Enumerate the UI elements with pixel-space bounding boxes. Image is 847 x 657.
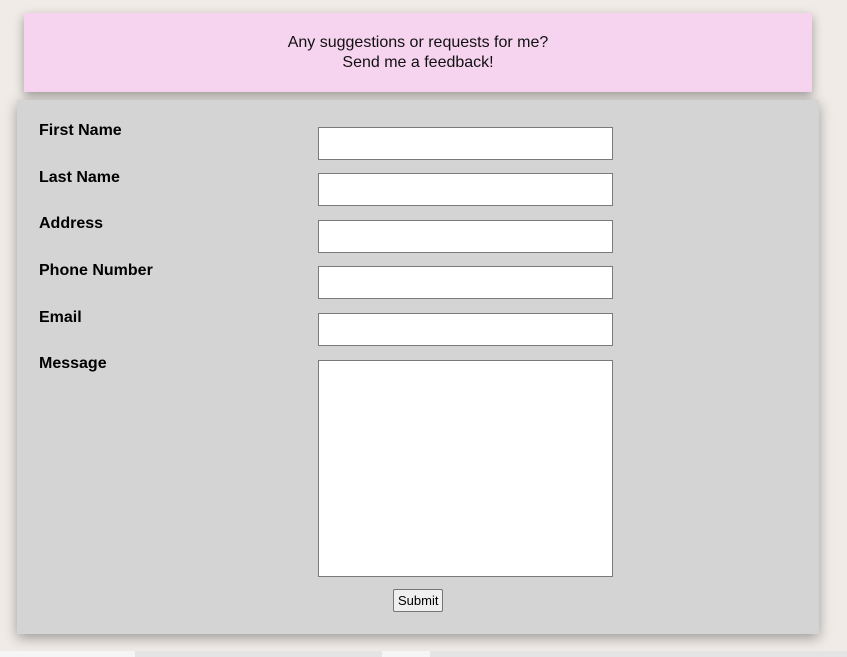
phone-number-label: Phone Number xyxy=(39,262,153,279)
banner-line-2: Send me a feedback! xyxy=(342,54,494,71)
last-name-input[interactable] xyxy=(318,173,613,206)
phone-number-input[interactable] xyxy=(318,266,613,299)
message-label: Message xyxy=(39,355,107,372)
first-name-label: First Name xyxy=(39,122,122,139)
address-input[interactable] xyxy=(318,220,613,253)
submit-button[interactable]: Submit xyxy=(393,589,444,612)
bottom-strip-left xyxy=(0,651,135,657)
email-label: Email xyxy=(39,309,82,326)
bottom-strip-mid xyxy=(135,651,382,657)
feedback-form: First Name Last Name Address Phone Numbe… xyxy=(17,100,819,634)
bottom-strip-right xyxy=(430,651,847,657)
first-name-input[interactable] xyxy=(318,127,613,160)
email-input[interactable] xyxy=(318,313,613,346)
bottom-strip-tab xyxy=(382,651,430,657)
last-name-label: Last Name xyxy=(39,169,120,186)
message-textarea[interactable] xyxy=(318,360,613,577)
feedback-banner: Any suggestions or requests for me? Send… xyxy=(24,13,812,92)
address-label: Address xyxy=(39,215,104,232)
banner-line-1: Any suggestions or requests for me? xyxy=(287,34,549,51)
